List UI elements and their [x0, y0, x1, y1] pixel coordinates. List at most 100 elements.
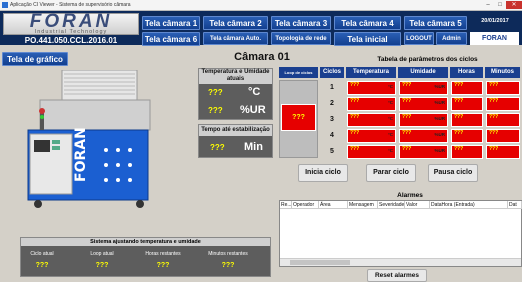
stabilization-label: Tempo até estabilização: [199, 125, 272, 136]
nav-camera-1[interactable]: Tela câmara 1: [142, 16, 200, 30]
temperature-setpoint[interactable]: ??? °C: [347, 129, 396, 143]
nav-camera-3[interactable]: Tela câmara 3: [271, 16, 331, 30]
temperature-setpoint-unit: °C: [387, 148, 393, 153]
humidity-setpoint[interactable]: ??? %UR: [399, 145, 448, 159]
humidity-setpoint-unit: %UR: [434, 100, 445, 105]
graph-screen-button[interactable]: Tela de gráfico: [2, 52, 68, 66]
nav-camera-2[interactable]: Tela câmara 2: [203, 16, 268, 30]
nav-network-topology[interactable]: Topologia de rede: [271, 32, 331, 45]
minutes-setpoint[interactable]: ???: [486, 145, 520, 159]
humidity-setpoint-unit: %UR: [434, 84, 445, 89]
cycle-number: 4: [330, 132, 334, 139]
hours-setpoint-value: ???: [454, 146, 464, 152]
alarms-grid[interactable]: Re... Operador Área Mensagem Severidade …: [279, 200, 522, 267]
cycle-number: 1: [330, 84, 334, 91]
hours-left-label: Horas restantes: [145, 251, 181, 257]
minutes-setpoint[interactable]: ???: [486, 129, 520, 143]
horizontal-scrollbar[interactable]: [280, 258, 521, 266]
app-icon: [2, 2, 8, 8]
humidity-setpoint-unit: %UR: [434, 148, 445, 153]
climate-chamber-image: FORAN: [27, 70, 151, 208]
admin-button[interactable]: Admin: [436, 32, 467, 45]
reset-alarms-button[interactable]: Reset alarmes: [367, 269, 427, 282]
cycle-table-title: Tabela de parâmetros dos ciclos: [377, 56, 478, 63]
loop-value[interactable]: ???: [281, 104, 316, 131]
temperature-setpoint[interactable]: ??? °C: [347, 81, 396, 95]
stabilization-value: ???: [210, 143, 225, 152]
serial-number: PO.441.050.CCL.2016.01: [24, 36, 118, 45]
temperature-setpoint[interactable]: ??? °C: [347, 113, 396, 127]
col-temperature-header: Temperatura: [346, 67, 396, 78]
col-humidity-header: Umidade: [398, 67, 448, 78]
hours-setpoint[interactable]: ???: [451, 97, 483, 111]
temperature-setpoint-value: ???: [350, 82, 360, 88]
col-loop-header: Loop de ciclos: [279, 67, 318, 78]
svg-text:FORAN: FORAN: [73, 127, 89, 182]
minutes-setpoint-value: ???: [489, 82, 499, 88]
minutes-setpoint[interactable]: ???: [486, 113, 520, 127]
cycle-number: 2: [330, 100, 334, 107]
minutes-setpoint-value: ???: [489, 114, 499, 120]
minutes-setpoint[interactable]: ???: [486, 81, 520, 95]
alarm-col-header[interactable]: DataHora (Entrada): [430, 201, 508, 209]
alarm-col-header[interactable]: Dat: [508, 201, 522, 209]
minimize-icon[interactable]: –: [482, 1, 494, 9]
pause-cycle-button[interactable]: Pausa ciclo: [428, 164, 478, 182]
minutes-setpoint-value: ???: [489, 130, 499, 136]
nav-camera-auto[interactable]: Tela câmara Auto.: [203, 32, 268, 45]
temperature-setpoint-value: ???: [350, 130, 360, 136]
alarm-col-header[interactable]: Severidade: [378, 201, 405, 209]
alarm-col-header[interactable]: Operador: [292, 201, 319, 209]
temperature-setpoint-unit: °C: [387, 116, 393, 121]
humidity-setpoint-unit: %UR: [434, 116, 445, 121]
hours-setpoint[interactable]: ???: [451, 145, 483, 159]
col-hours-header: Horas: [450, 67, 483, 78]
window-titlebar: Aplicação CI Viewer - Sistema de supervi…: [0, 0, 522, 11]
alarm-col-header[interactable]: Área: [319, 201, 348, 209]
humidity-setpoint-value: ???: [402, 146, 412, 152]
status-title: Sistema ajustando temperatura e umidade: [21, 238, 270, 246]
hours-setpoint[interactable]: ???: [451, 81, 483, 95]
maximize-icon[interactable]: □: [494, 1, 506, 9]
temperature-setpoint-unit: °C: [387, 132, 393, 137]
humidity-setpoint[interactable]: ??? %UR: [399, 97, 448, 111]
start-cycle-button[interactable]: Inicia ciclo: [298, 164, 348, 182]
nav-camera-4[interactable]: Tela câmara 4: [334, 16, 401, 30]
minutes-left-label: Minutos restantes: [208, 251, 248, 257]
nav-camera-6[interactable]: Tela câmara 6: [142, 32, 200, 46]
hours-setpoint[interactable]: ???: [451, 129, 483, 143]
nav-camera-5[interactable]: Tela câmara 5: [404, 16, 467, 30]
hours-left-value: ???: [156, 262, 170, 269]
hours-setpoint-value: ???: [454, 98, 464, 104]
nav-home[interactable]: Tela inicial: [334, 32, 401, 46]
alarm-col-header[interactable]: Valor: [405, 201, 430, 209]
logout-button[interactable]: LOGOUT: [404, 32, 434, 45]
alarm-col-header[interactable]: Re...: [280, 201, 292, 209]
minutes-setpoint-value: ???: [489, 146, 499, 152]
humidity-setpoint[interactable]: ??? %UR: [399, 129, 448, 143]
humidity-unit: %UR: [240, 104, 266, 116]
brand-button[interactable]: FORAN: [470, 32, 519, 45]
minutes-setpoint[interactable]: ???: [486, 97, 520, 111]
humidity-setpoint-unit: %UR: [434, 132, 445, 137]
col-cycles-header: Ciclos: [320, 67, 344, 78]
scrollbar-thumb[interactable]: [290, 260, 350, 265]
logo-subtitle: Industrial Technology: [34, 29, 108, 35]
humidity-setpoint[interactable]: ??? %UR: [399, 81, 448, 95]
current-cycle-label: Ciclo atual: [30, 251, 54, 257]
temperature-setpoint-unit: °C: [387, 100, 393, 105]
temperature-setpoint[interactable]: ??? °C: [347, 145, 396, 159]
hours-setpoint-value: ???: [454, 114, 464, 120]
humidity-setpoint[interactable]: ??? %UR: [399, 113, 448, 127]
temperature-unit: °C: [248, 86, 261, 98]
temperature-value: ???: [208, 88, 223, 97]
current-loop-value: ???: [95, 262, 109, 269]
alarm-col-header[interactable]: Mensagem: [348, 201, 378, 209]
stop-cycle-button[interactable]: Parar ciclo: [366, 164, 416, 182]
temperature-setpoint[interactable]: ??? °C: [347, 97, 396, 111]
stabilization-unit: Min: [244, 141, 263, 153]
close-icon[interactable]: ✕: [506, 1, 522, 9]
temperature-setpoint-value: ???: [350, 114, 360, 120]
hours-setpoint[interactable]: ???: [451, 113, 483, 127]
cycle-number: 5: [330, 148, 334, 155]
